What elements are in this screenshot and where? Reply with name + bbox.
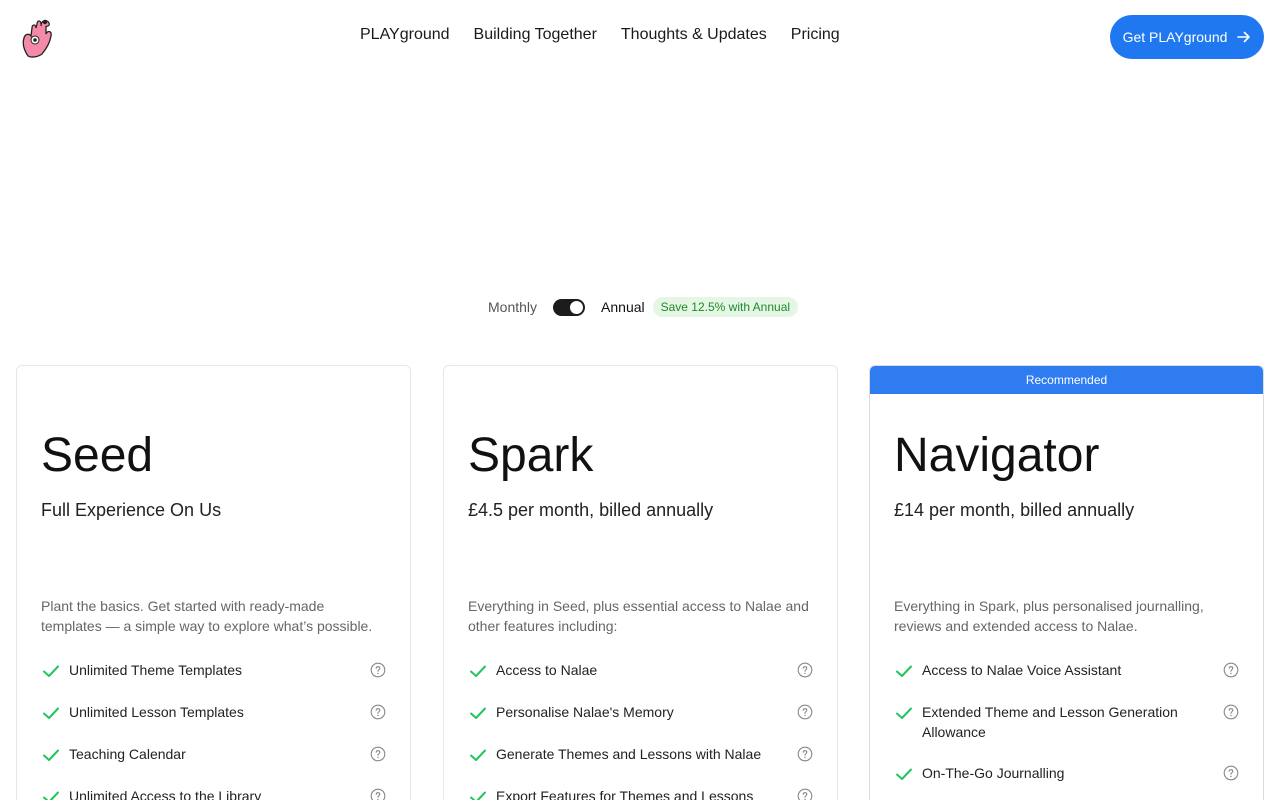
help-icon[interactable] (797, 788, 813, 800)
feature-label: Generate Themes and Lessons with Nalae (496, 746, 762, 762)
check-icon (470, 665, 486, 677)
plan-card-seed: Seed Full Experience On Us Plant the bas… (16, 365, 411, 800)
feature-label: Personalise Nalae's Memory (496, 704, 674, 720)
feature-list: Access to Nalae Personalise Nalae's Memo… (468, 660, 813, 800)
nav-item-thoughts-updates[interactable]: Thoughts & Updates (621, 26, 767, 44)
feature-list: Unlimited Theme Templates Unlimited Less… (41, 660, 386, 800)
help-icon[interactable] (797, 746, 813, 762)
nav-item-pricing[interactable]: Pricing (791, 26, 840, 44)
cta-label: Get PLAYground (1122, 29, 1228, 45)
check-icon (43, 749, 59, 761)
save-badge: Save 12.5% with Annual (652, 297, 799, 317)
nav-item-building-together[interactable]: Building Together (474, 26, 597, 44)
plan-name: Navigator (894, 429, 1100, 482)
feature-label: Unlimited Theme Templates (69, 662, 243, 678)
check-icon (896, 768, 912, 780)
feature-label: Unlimited Access to the Library (69, 788, 262, 800)
feature-item: Extended Theme and Lesson Generation All… (894, 702, 1239, 742)
recommended-badge: Recommended (870, 366, 1263, 394)
help-icon[interactable] (797, 704, 813, 720)
feature-item: Access to Nalae (468, 660, 813, 681)
check-icon (43, 707, 59, 719)
feature-item: Unlimited Theme Templates (41, 660, 386, 681)
feature-label: Export Features for Themes and Lessons (496, 788, 754, 800)
plan-description: Everything in Seed, plus essential acces… (468, 598, 809, 634)
feature-label: On-The-Go Journalling (922, 765, 1065, 781)
site-header: PLAYground Building Together Thoughts & … (0, 0, 1280, 74)
check-icon (470, 749, 486, 761)
help-icon[interactable] (370, 788, 386, 800)
feature-item: Unlimited Access to the Library (41, 786, 386, 800)
plan-price: Full Experience On Us (41, 500, 222, 520)
feature-label: Extended Theme and Lesson Generation All… (922, 704, 1178, 740)
feature-item: Access to Nalae Voice Assistant (894, 660, 1239, 681)
check-icon (43, 791, 59, 800)
plan-name: Spark (468, 429, 594, 482)
feature-item: Personalise Nalae's Memory (468, 702, 813, 723)
feature-item: Generate Themes and Lessons with Nalae (468, 744, 813, 765)
billing-period-toggle[interactable] (553, 298, 586, 316)
plan-description: Everything in Spark, plus personalised j… (894, 598, 1204, 634)
monthly-label[interactable]: Monthly (488, 299, 537, 315)
feature-item: Export Features for Themes and Lessons (468, 786, 813, 800)
feature-label: Teaching Calendar (69, 746, 186, 762)
help-icon[interactable] (370, 704, 386, 720)
feature-label: Unlimited Lesson Templates (69, 704, 244, 720)
check-icon (896, 665, 912, 677)
feature-label: Access to Nalae (496, 662, 598, 678)
help-icon[interactable] (1223, 662, 1239, 678)
toggle-knob (570, 300, 584, 314)
main-nav: PLAYground Building Together Thoughts & … (360, 26, 840, 44)
check-icon (470, 707, 486, 719)
feature-item: Unlimited Lesson Templates (41, 702, 386, 723)
help-icon[interactable] (1223, 704, 1239, 720)
feature-label: Access to Nalae Voice Assistant (922, 662, 1122, 678)
help-icon[interactable] (370, 662, 386, 678)
annual-label[interactable]: Annual (601, 299, 645, 315)
plan-card-navigator: Recommended Navigator £14 per month, bil… (869, 365, 1264, 800)
billing-toggle-row: Monthly Annual Save 12.5% with Annual (488, 296, 799, 318)
get-playground-button[interactable]: Get PLAYground (1110, 15, 1264, 59)
help-icon[interactable] (797, 662, 813, 678)
plan-price: £14 per month, billed annually (894, 500, 1135, 520)
nav-item-playground[interactable]: PLAYground (360, 26, 450, 44)
arrow-right-icon (1237, 31, 1251, 43)
help-icon[interactable] (1223, 765, 1239, 781)
check-icon (470, 791, 486, 800)
feature-item: Teaching Calendar (41, 744, 386, 765)
plan-card-spark: Spark £4.5 per month, billed annually Ev… (443, 365, 838, 800)
feature-list: Access to Nalae Voice Assistant Extended… (894, 660, 1239, 800)
plan-name: Seed (41, 429, 154, 482)
plan-description: Plant the basics. Get started with ready… (41, 598, 373, 634)
plan-price: £4.5 per month, billed annually (468, 500, 714, 520)
check-icon (896, 707, 912, 719)
hand-mascot-icon[interactable] (20, 16, 58, 58)
help-icon[interactable] (370, 746, 386, 762)
feature-item: On-The-Go Journalling (894, 763, 1239, 784)
check-icon (43, 665, 59, 677)
